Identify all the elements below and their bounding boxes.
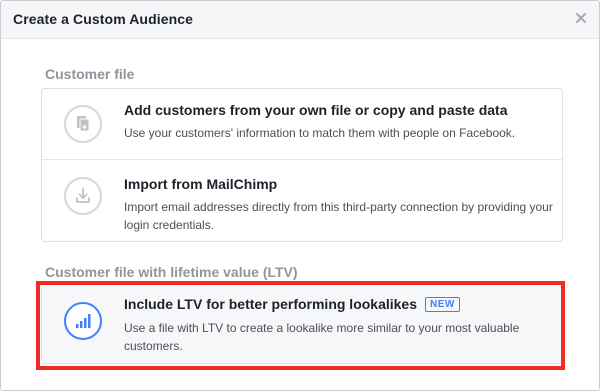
custom-audience-dialog: Create a Custom Audience Customer file A… [0,0,600,391]
ltv-option-title-row: Include LTV for better performing lookal… [124,296,460,312]
import-icon [64,177,102,215]
option-add-customers-file[interactable]: Add customers from your own file or copy… [42,89,562,159]
bar-chart-icon [64,302,102,340]
option-description: Import email addresses directly from thi… [124,200,553,232]
dialog-header: Create a Custom Audience [1,1,599,39]
ltv-section-heading: Customer file with lifetime value (LTV) [45,264,298,280]
option-title: Include LTV for better performing lookal… [124,296,418,312]
close-icon[interactable] [573,10,589,26]
option-title: Import from MailChimp [124,176,278,192]
customer-file-heading: Customer file [45,66,135,82]
dialog-title: Create a Custom Audience [13,11,194,27]
option-description: Use a file with LTV to create a lookalik… [124,321,520,353]
customer-file-options: Add customers from your own file or copy… [41,88,563,242]
option-description: Use your customers' information to match… [124,126,516,140]
file-add-icon [64,105,102,143]
option-include-ltv[interactable]: Include LTV for better performing lookal… [41,283,563,364]
option-import-mailchimp[interactable]: Import from MailChimp Import email addre… [42,159,562,241]
new-badge: NEW [425,297,460,312]
option-title: Add customers from your own file or copy… [124,102,508,118]
